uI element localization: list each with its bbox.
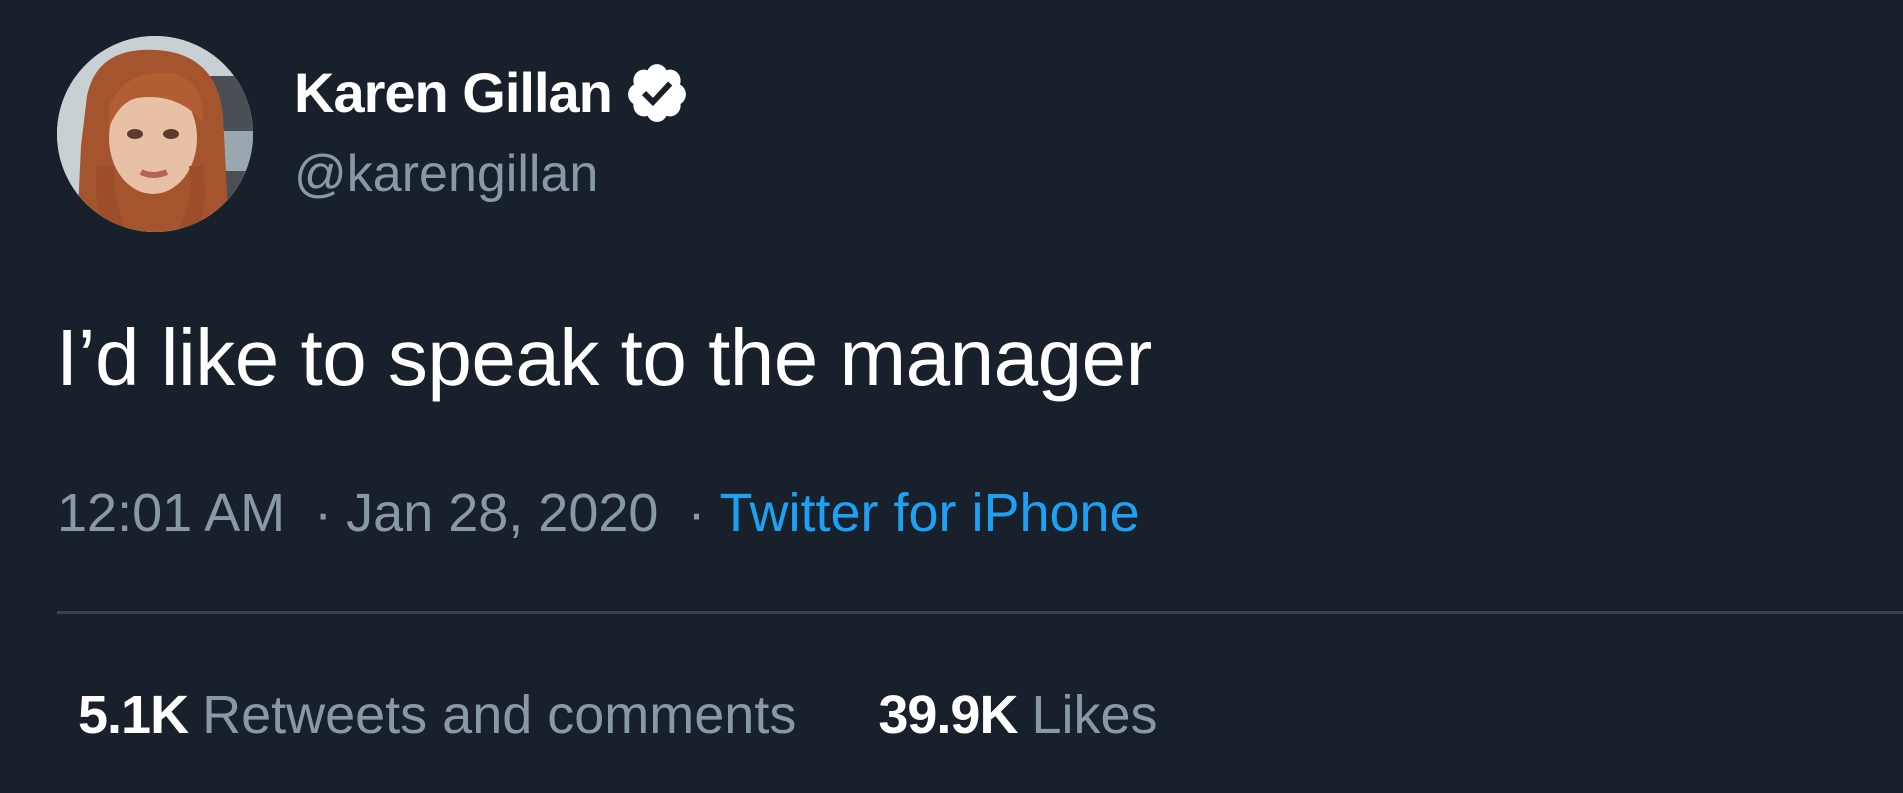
meta-separator: ·	[687, 483, 706, 543]
verified-badge-icon	[624, 60, 690, 126]
tweet-card: Karen Gillan @karengillan I’d like to sp…	[0, 0, 1903, 793]
avatar[interactable]	[57, 36, 253, 232]
author-name-row: Karen Gillan	[294, 58, 690, 128]
tweet-date[interactable]: Jan 28, 2020	[346, 483, 658, 543]
likes-count: 39.9K	[878, 685, 1018, 745]
avatar-photo	[57, 36, 253, 232]
retweets-stat[interactable]: 5.1K Retweets and comments	[78, 680, 796, 750]
likes-stat[interactable]: 39.9K Likes	[878, 680, 1157, 750]
divider	[57, 611, 1903, 614]
tweet-source-link[interactable]: Twitter for iPhone	[719, 483, 1139, 543]
tweet-meta: 12:01 AM · Jan 28, 2020 · Twitter for iPho…	[57, 478, 1140, 548]
meta-separator: ·	[314, 483, 333, 543]
tweet-stats: 5.1K Retweets and comments 39.9K Likes	[78, 680, 1158, 750]
tweet-text: I’d like to speak to the manager	[56, 313, 1152, 402]
author-handle[interactable]: @karengillan	[294, 142, 598, 206]
tweet-time[interactable]: 12:01 AM	[57, 483, 285, 543]
likes-label: Likes	[1031, 685, 1158, 745]
author-display-name[interactable]: Karen Gillan	[294, 58, 613, 128]
retweets-count: 5.1K	[78, 685, 189, 745]
retweets-label: Retweets and comments	[202, 685, 797, 745]
